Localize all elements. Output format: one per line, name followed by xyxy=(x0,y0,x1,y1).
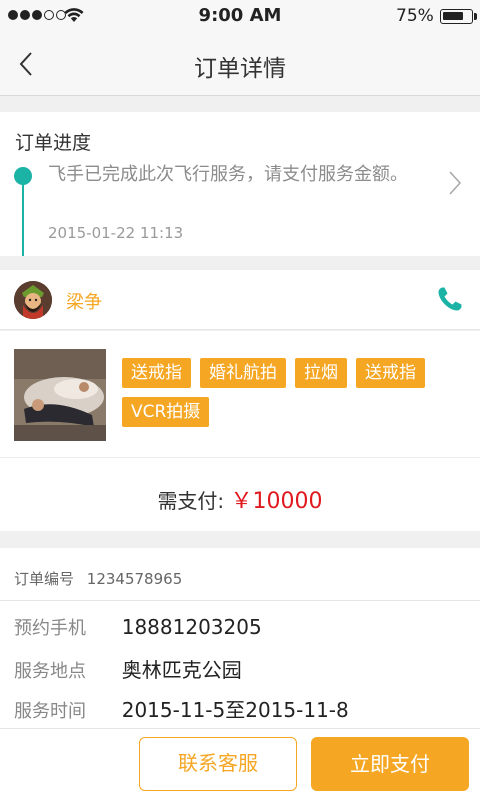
payment-due: 需支付: ￥10000 xyxy=(0,483,480,515)
info-label: 服务地点 xyxy=(14,661,86,682)
order-number: 订单编号 1234578965 xyxy=(14,568,190,589)
navigation-bar: 订单详情 xyxy=(0,32,480,96)
timeline-line xyxy=(22,174,24,256)
order-summary: 送戒指 婚礼航拍 拉烟 送戒指 VCR拍摄 需支付: ￥10000 xyxy=(0,331,480,531)
progress-timestamp: 2015-01-22 11:13 xyxy=(48,224,184,242)
service-tag: 婚礼航拍 xyxy=(200,358,286,388)
service-tag: 送戒指 xyxy=(122,358,191,388)
service-tag: 送戒指 xyxy=(356,358,425,388)
info-row-location: 服务地点 奥林匹克公园 xyxy=(14,654,242,683)
order-number-label: 订单编号 xyxy=(14,570,75,588)
info-row-time: 服务时间 2015-11-5至2015-11-8 xyxy=(14,694,349,723)
divider xyxy=(0,457,480,458)
divider xyxy=(0,600,480,601)
battery-tip xyxy=(474,13,477,20)
progress-title: 订单进度 xyxy=(15,132,92,154)
service-tag: 拉烟 xyxy=(295,358,347,388)
timeline-dot xyxy=(14,167,32,185)
order-number-value: 1234578965 xyxy=(86,570,183,588)
pilot-name: 梁争 xyxy=(66,292,102,313)
battery-percentage: 75% xyxy=(396,6,434,26)
service-tag: VCR拍摄 xyxy=(122,397,210,427)
battery-level-fill xyxy=(443,12,463,20)
pilot-row: 梁争 xyxy=(0,270,480,330)
page-title: 订单详情 xyxy=(194,56,286,82)
pay-now-button[interactable]: 立即支付 xyxy=(311,737,469,791)
order-photo[interactable] xyxy=(14,349,106,441)
phone-icon[interactable] xyxy=(436,285,464,313)
progress-message: 飞手已完成此次飞行服务，请支付服务金额。 xyxy=(48,164,408,185)
info-value: 奥林匹克公园 xyxy=(121,658,242,682)
payment-due-label: 需支付: xyxy=(157,489,225,513)
contact-support-button[interactable]: 联系客服 xyxy=(139,737,297,791)
avatar[interactable] xyxy=(14,281,52,319)
info-row-phone: 预约手机 18881203205 xyxy=(14,614,262,640)
order-progress-section[interactable]: 订单进度 飞手已完成此次飞行服务，请支付服务金额。 2015-01-22 11:… xyxy=(0,112,480,256)
info-value: 18881203205 xyxy=(121,615,262,639)
chevron-right-icon[interactable] xyxy=(448,170,462,196)
payment-due-amount: ￥10000 xyxy=(230,489,323,514)
bottom-action-bar: 联系客服 立即支付 xyxy=(0,728,480,800)
service-tags: 送戒指 婚礼航拍 拉烟 送戒指 VCR拍摄 xyxy=(122,358,472,427)
wedding-photo-thumbnail xyxy=(14,349,106,441)
order-info: 订单编号 1234578965 预约手机 18881203205 服务地点 奥林… xyxy=(0,548,480,728)
avatar-illustration xyxy=(14,281,52,319)
status-bar: 9:00 AM 75% xyxy=(0,0,480,32)
info-label: 服务时间 xyxy=(14,701,86,722)
battery-icon xyxy=(440,9,473,24)
info-label: 预约手机 xyxy=(14,618,86,639)
info-value: 2015-11-5至2015-11-8 xyxy=(121,698,349,722)
